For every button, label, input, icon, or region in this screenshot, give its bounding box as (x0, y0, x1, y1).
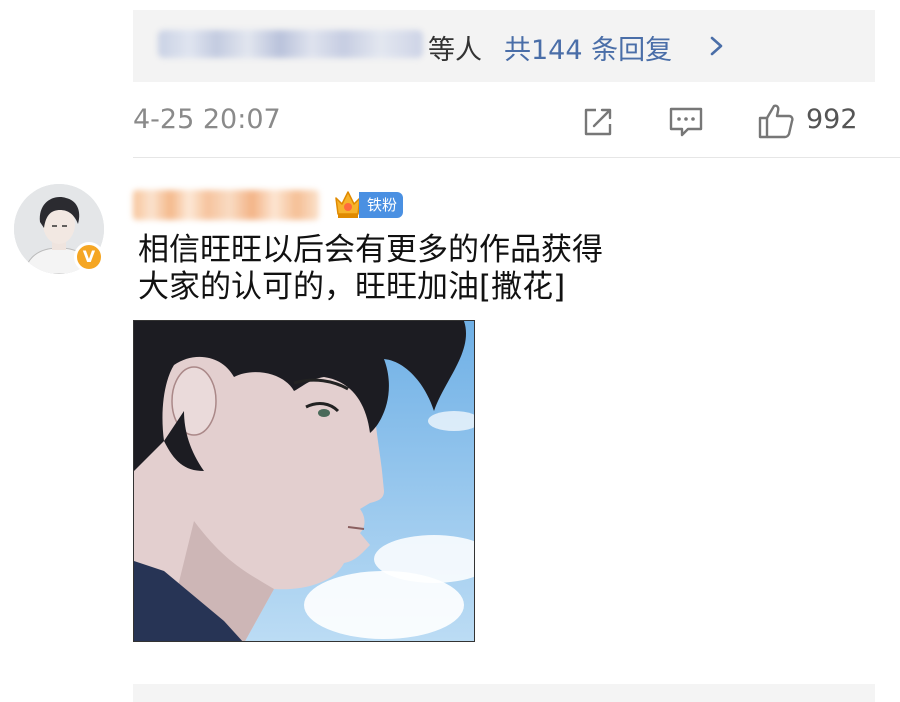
blurred-reply-usernames (158, 30, 423, 58)
next-reply-box (133, 684, 875, 702)
comment-text: 相信旺旺以后会有更多的作品获得 大家的认可的，旺旺加油[撒花] (138, 232, 758, 306)
divider (133, 157, 900, 158)
thumbs-up-icon[interactable] (757, 102, 795, 140)
like-count: 992 (806, 104, 858, 135)
chevron-right-icon[interactable] (706, 32, 728, 60)
comment-icon[interactable] (668, 104, 704, 140)
post-timestamp: 4-25 20:07 (133, 104, 281, 135)
view-replies-link[interactable]: 共144 条回复 (504, 28, 672, 67)
comment-image[interactable] (133, 320, 475, 642)
blurred-username[interactable] (133, 190, 319, 220)
comment-text-line: 相信旺旺以后会有更多的作品获得 (138, 232, 603, 268)
comment-text-line: 大家的认可的，旺旺加油[撒花] (138, 269, 566, 305)
share-icon[interactable] (580, 104, 616, 140)
comic-portrait-image (134, 321, 474, 641)
verified-badge: V (74, 242, 104, 272)
reply-summary-suffix: 等人 (428, 35, 482, 66)
fan-level-badge: 铁粉 (359, 192, 404, 218)
